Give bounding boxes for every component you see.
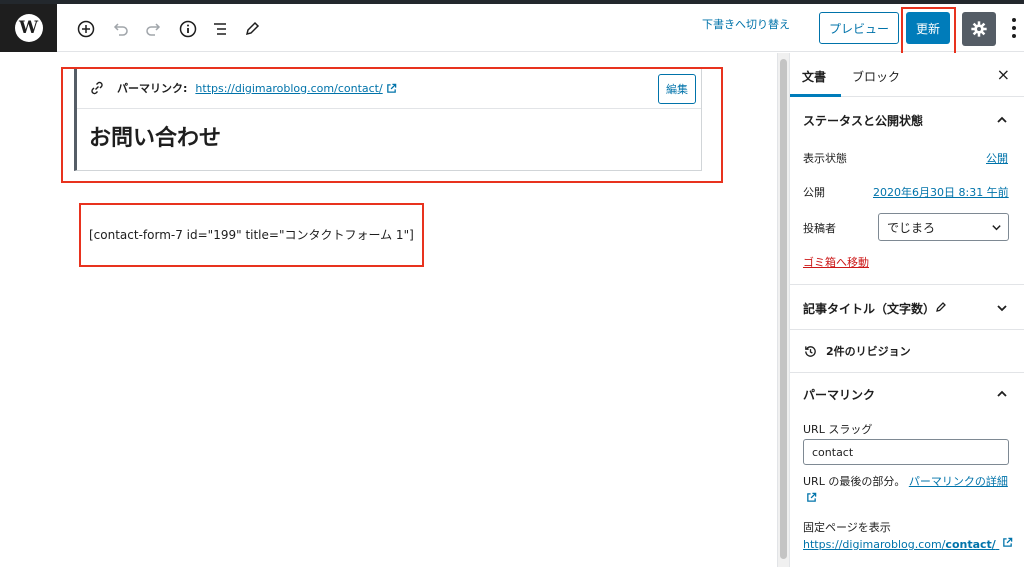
- author-selected-value: でじまろ: [887, 220, 936, 235]
- chevron-up-icon[interactable]: [996, 388, 1008, 400]
- status-panel-title[interactable]: ステータスと公開状態: [803, 112, 923, 129]
- shortcode-block[interactable]: [contact-form-7 id="199" title="コンタクトフォー…: [89, 226, 414, 243]
- active-tab-indicator: [790, 94, 841, 97]
- wordpress-logo-button[interactable]: W: [0, 4, 57, 52]
- permalink-label: パーマリンク:: [117, 82, 188, 95]
- view-page-link[interactable]: https://digimaroblog.com/contact/: [803, 537, 1013, 551]
- view-page-url-prefix: https://digimaroblog.com/: [803, 538, 946, 551]
- editor-scrollbar[interactable]: [777, 53, 789, 567]
- permalink-row: パーマリンク: https://digimaroblog.com/contact…: [77, 68, 701, 109]
- block-navigation-icon[interactable]: [209, 18, 231, 40]
- url-slug-label: URL スラッグ: [803, 423, 873, 436]
- author-label: 投稿者: [803, 222, 836, 235]
- view-page-url-slug: contact/: [945, 538, 996, 551]
- settings-button[interactable]: [962, 12, 996, 46]
- external-link-icon: [1002, 537, 1013, 548]
- gear-icon: [971, 21, 987, 37]
- permalink-panel-title[interactable]: パーマリンク: [803, 386, 875, 403]
- url-slug-input[interactable]: contact: [803, 439, 1009, 465]
- update-button[interactable]: 更新: [906, 12, 950, 44]
- undo-icon[interactable]: [109, 18, 131, 40]
- view-page-label: 固定ページを表示: [803, 521, 891, 534]
- page-title[interactable]: お問い合わせ: [89, 120, 221, 152]
- more-options-button[interactable]: [1008, 16, 1020, 40]
- external-link-icon: [806, 492, 817, 503]
- external-link-icon: [386, 83, 397, 94]
- settings-sidebar: 文書 ブロック × ステータスと公開状態 表示状態 公開 公開 2020年6月3…: [789, 53, 1024, 567]
- history-icon: [803, 344, 818, 359]
- chevron-down-icon[interactable]: [996, 302, 1008, 314]
- chevron-down-icon: [992, 225, 1001, 231]
- sidebar-divider: [790, 329, 1024, 330]
- tab-block[interactable]: ブロック: [852, 68, 900, 85]
- edit-permalink-button[interactable]: 編集: [658, 74, 696, 104]
- url-help-text: URL の最後の部分。 パーマリンクの詳細: [803, 473, 1013, 509]
- add-block-icon[interactable]: [75, 18, 97, 40]
- title-block[interactable]: パーマリンク: https://digimaroblog.com/contact…: [74, 67, 702, 171]
- edit-tool-icon[interactable]: [241, 18, 263, 40]
- visibility-value-link[interactable]: 公開: [986, 150, 1008, 166]
- info-icon[interactable]: [177, 18, 199, 40]
- preview-button[interactable]: プレビュー: [819, 12, 899, 44]
- sidebar-divider: [790, 284, 1024, 285]
- url-help-label: URL の最後の部分。: [803, 475, 906, 488]
- pencil-icon: [936, 302, 946, 312]
- visibility-label: 表示状態: [803, 152, 847, 165]
- permalink-url-link[interactable]: https://digimaroblog.com/contact/: [195, 82, 382, 95]
- scrollbar-thumb[interactable]: [780, 59, 787, 559]
- publish-date-link[interactable]: 2020年6月30日 8:31 午前: [873, 184, 1009, 200]
- sidebar-divider: [790, 372, 1024, 373]
- link-icon: [89, 80, 105, 96]
- switch-to-draft-link[interactable]: 下書きへ切り替え: [702, 16, 790, 32]
- title-count-panel-title[interactable]: 記事タイトル（文字数）: [803, 300, 935, 317]
- revisions-label: 2件のリビジョン: [826, 345, 911, 358]
- author-select[interactable]: でじまろ: [878, 213, 1009, 241]
- wordpress-icon: W: [14, 14, 43, 42]
- sidebar-tabs: 文書 ブロック ×: [790, 53, 1024, 97]
- close-icon[interactable]: ×: [997, 65, 1010, 84]
- move-to-trash-link[interactable]: ゴミ箱へ移動: [803, 254, 869, 270]
- tab-document[interactable]: 文書: [802, 68, 826, 85]
- permalink-details-link[interactable]: パーマリンクの詳細: [909, 475, 1008, 488]
- revisions-link[interactable]: 2件のリビジョン: [803, 343, 911, 359]
- redo-icon[interactable]: [143, 18, 165, 40]
- publish-label: 公開: [803, 186, 825, 199]
- chevron-up-icon[interactable]: [996, 114, 1008, 126]
